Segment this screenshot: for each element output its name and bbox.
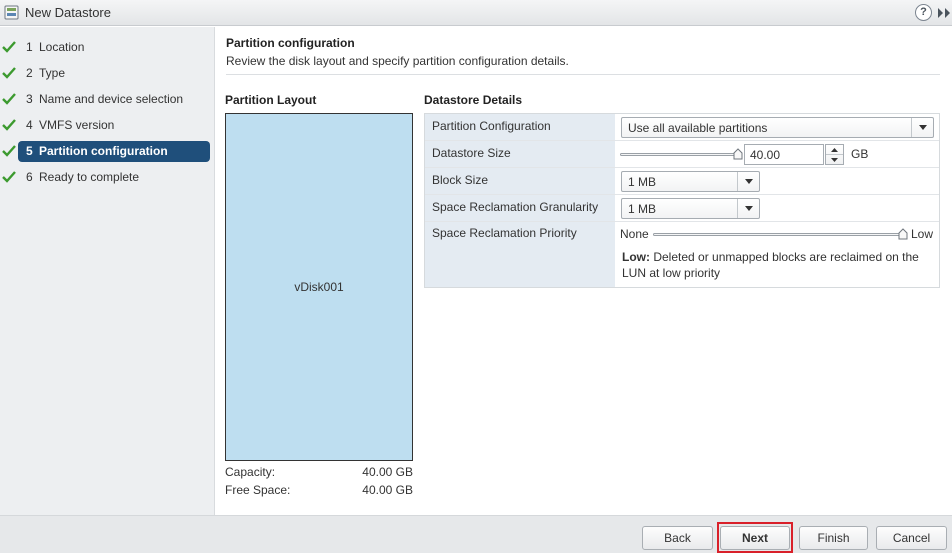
step-type[interactable]: 2 Type <box>2 63 210 84</box>
chevron-down-icon[interactable] <box>737 199 759 218</box>
chevron-down-icon[interactable] <box>911 118 933 137</box>
wizard-footer: Back Next Finish Cancel <box>0 515 952 553</box>
step-label: VMFS version <box>39 118 115 132</box>
step-number: 1 <box>26 40 33 54</box>
granularity-cell: 1 MB <box>615 195 939 221</box>
block-size-label: Block Size <box>425 168 615 194</box>
slider-thumb[interactable] <box>898 228 908 240</box>
partition-config-value: Use all available partitions <box>628 121 768 135</box>
priority-note: Low: Deleted or unmapped blocks are recl… <box>622 249 934 281</box>
partition-config-select[interactable]: Use all available partitions <box>621 117 934 138</box>
datastore-size-slider[interactable] <box>620 153 738 156</box>
main-content: Partition configuration Review the disk … <box>215 27 952 515</box>
title-bar: New Datastore ? <box>0 0 952 26</box>
partition-layout-title: Partition Layout <box>225 93 317 107</box>
granularity-label: Space Reclamation Granularity <box>425 195 615 221</box>
next-button[interactable]: Next <box>720 526 790 550</box>
back-button[interactable]: Back <box>642 526 713 550</box>
free-space-label: Free Space: <box>225 483 291 497</box>
help-icon[interactable]: ? <box>915 4 932 21</box>
partition-config-cell: Use all available partitions <box>615 114 939 140</box>
block-size-cell: 1 MB <box>615 168 939 194</box>
capacity-label: Capacity: <box>225 465 276 479</box>
caret-up-icon <box>831 148 838 152</box>
stepper-down-button[interactable] <box>826 155 843 165</box>
datastore-size-unit: GB <box>851 147 869 161</box>
step-label: Name and device selection <box>39 92 184 106</box>
check-icon <box>2 41 16 53</box>
partition-config-label: Partition Configuration <box>425 114 615 140</box>
datastore-icon <box>4 5 19 20</box>
caret-down-icon <box>831 158 838 162</box>
check-icon <box>2 67 16 79</box>
datastore-size-cell: 40.00 GB <box>615 141 939 167</box>
step-number: 6 <box>26 170 33 184</box>
check-icon <box>2 145 16 157</box>
step-partition-configuration[interactable]: 5 Partition configuration <box>2 141 210 162</box>
step-ready-to-complete[interactable]: 6 Ready to complete <box>2 167 210 188</box>
chevron-down-icon[interactable] <box>737 172 759 191</box>
step-location[interactable]: 1 Location <box>2 37 210 58</box>
granularity-value: 1 MB <box>628 202 657 216</box>
priority-note-text: Deleted or unmapped blocks are reclaimed… <box>650 250 919 264</box>
double-chevron-right-icon[interactable] <box>936 6 952 20</box>
priority-cell: None Low Low: Deleted or unmapped blocks… <box>615 222 939 287</box>
priority-min-label: None <box>620 227 649 241</box>
block-size-select[interactable]: 1 MB <box>621 171 760 192</box>
disk-layout-box: vDisk001 <box>225 113 413 461</box>
step-label: Partition configuration <box>39 144 168 158</box>
cancel-button[interactable]: Cancel <box>876 526 947 550</box>
step-number: 3 <box>26 92 33 106</box>
priority-label: Space Reclamation Priority <box>425 222 615 287</box>
datastore-size-value: 40.00 <box>750 148 781 162</box>
step-number: 4 <box>26 118 33 132</box>
header-divider <box>226 74 940 75</box>
granularity-row: Space Reclamation Granularity 1 MB <box>425 195 939 222</box>
stepper-up-button[interactable] <box>826 145 843 155</box>
step-number: 5 <box>26 144 33 158</box>
datastore-size-stepper[interactable] <box>825 144 844 165</box>
datastore-size-row: Datastore Size 40.00 GB <box>425 141 939 168</box>
priority-row: Space Reclamation Priority None Low Low:… <box>425 222 939 287</box>
wizard-steps: 1 Location 2 Type 3 Name and device sele… <box>0 27 215 515</box>
step-vmfs-version[interactable]: 4 VMFS version <box>2 115 210 136</box>
step-number: 2 <box>26 66 33 80</box>
priority-max-label: Low <box>911 227 934 241</box>
partition-config-row: Partition Configuration Use all availabl… <box>425 114 939 141</box>
finish-button[interactable]: Finish <box>799 526 868 550</box>
datastore-details-title: Datastore Details <box>424 93 523 107</box>
block-size-row: Block Size 1 MB <box>425 168 939 195</box>
step-name-device[interactable]: 3 Name and device selection <box>2 89 210 110</box>
disk-name: vDisk001 <box>294 280 344 294</box>
block-size-value: 1 MB <box>628 175 657 189</box>
capacity-value: 40.00 GB <box>362 465 413 479</box>
priority-note-level: Low: <box>622 250 650 264</box>
step-label: Ready to complete <box>39 170 140 184</box>
page-title: Partition configuration <box>226 36 355 50</box>
step-label: Location <box>39 40 85 54</box>
step-label: Type <box>39 66 66 80</box>
datastore-size-label: Datastore Size <box>425 141 615 167</box>
check-icon <box>2 119 16 131</box>
datastore-details-table: Partition Configuration Use all availabl… <box>424 113 940 288</box>
check-icon <box>2 171 16 183</box>
free-space-value: 40.00 GB <box>362 483 413 497</box>
page-description: Review the disk layout and specify parti… <box>226 54 569 68</box>
window-title: New Datastore <box>25 5 111 20</box>
check-icon <box>2 93 16 105</box>
slider-thumb[interactable] <box>733 148 743 160</box>
priority-note-text-2: LUN at low priority <box>622 266 721 280</box>
priority-slider[interactable] <box>653 233 903 236</box>
datastore-size-input[interactable]: 40.00 <box>744 144 824 165</box>
granularity-select[interactable]: 1 MB <box>621 198 760 219</box>
